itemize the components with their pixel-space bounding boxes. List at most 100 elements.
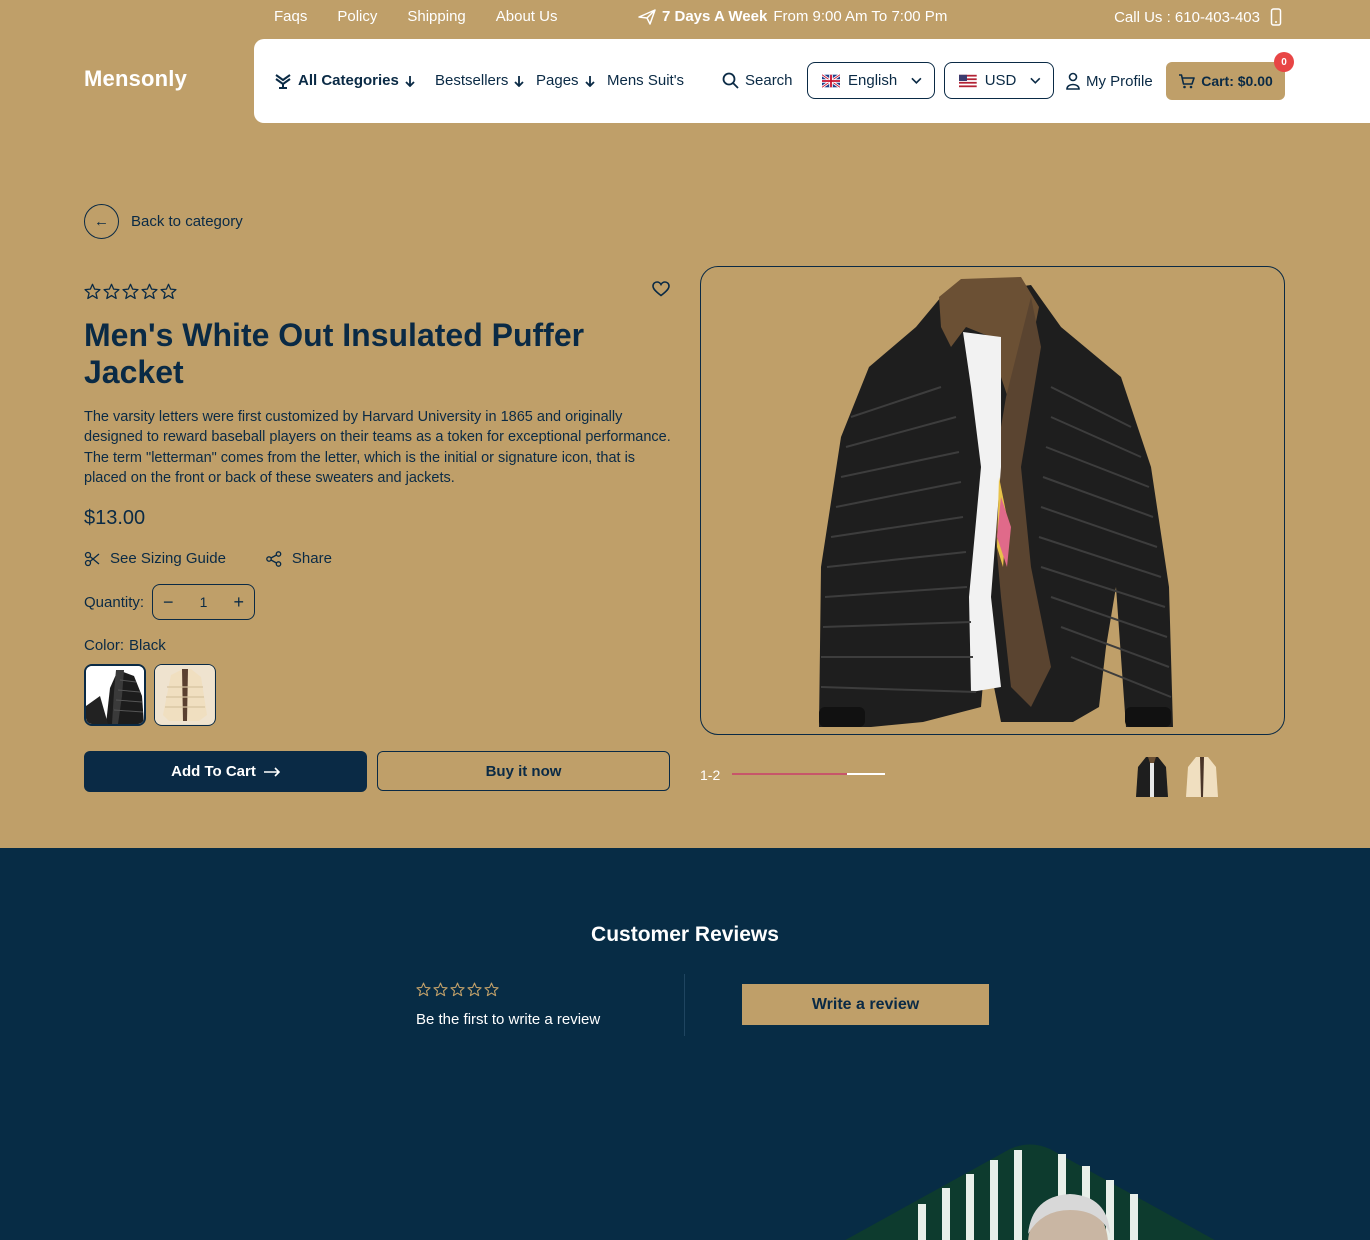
paper-plane-icon [638, 8, 656, 25]
product-main-image [819, 277, 1173, 727]
nav-bestsellers[interactable]: Bestsellers [435, 72, 524, 89]
add-to-cart-button[interactable]: Add To Cart [84, 751, 367, 792]
opening-hours: 7 Days A Week From 9:00 Am To 7:00 Pm [638, 8, 947, 25]
product-price: $13.00 [84, 507, 146, 529]
sizing-guide-label: See Sizing Guide [110, 550, 226, 567]
call-us-text: Call Us : 610-403-403 [1114, 8, 1260, 26]
star-icon [160, 283, 177, 300]
promo-image [845, 1144, 1215, 1240]
quantity-increase-button[interactable]: + [233, 593, 244, 611]
reviews-title: Customer Reviews [591, 923, 779, 946]
my-profile-label: My Profile [1086, 72, 1153, 90]
star-icon [484, 982, 499, 997]
share-link[interactable]: Share [266, 550, 332, 567]
search-button[interactable]: Search [722, 72, 793, 89]
site-logo[interactable]: Mensonly [84, 66, 187, 92]
us-flag-icon [959, 74, 977, 87]
language-value: English [848, 72, 898, 89]
arrow-right-icon [263, 766, 280, 777]
shipping-link[interactable]: Shipping [407, 8, 465, 25]
cream-jacket-thumb-image [1186, 757, 1218, 797]
sizing-guide-link[interactable]: See Sizing Guide [84, 550, 226, 567]
product-title: Men's White Out Insulated Puffer Jacket [84, 317, 585, 390]
top-links: Faqs Policy Shipping About Us [274, 8, 557, 25]
nav-mens-suits-label: Mens Suit's [607, 72, 685, 89]
nav-mens-suits[interactable]: Mens Suit's [607, 72, 684, 89]
thumbnail-cream-jacket[interactable] [1184, 753, 1220, 799]
uk-flag-icon [822, 73, 840, 88]
color-label: Color: Black [84, 637, 166, 654]
policy-link[interactable]: Policy [337, 8, 377, 25]
user-icon [1066, 72, 1080, 90]
star-icon [103, 283, 120, 300]
cream-jacket-image [155, 665, 214, 724]
product-description: The varsity letters were first customize… [84, 409, 671, 486]
arrow-down-icon [584, 75, 595, 87]
cart-label: Cart: $0.00 [1201, 73, 1273, 89]
product-image-frame[interactable] [700, 266, 1285, 735]
language-select[interactable]: English [807, 62, 935, 99]
faqs-link[interactable]: Faqs [274, 8, 307, 25]
search-label: Search [745, 72, 793, 89]
nav-all-categories[interactable]: All Categories [274, 72, 415, 89]
about-us-link[interactable]: About Us [496, 8, 558, 25]
reviews-divider [684, 974, 685, 1036]
write-review-button[interactable]: Write a review [742, 984, 989, 1025]
main-navbar: All Categories Bestsellers Pages Mens Su… [254, 39, 1370, 123]
top-bar: Faqs Policy Shipping About Us 7 Days A W… [0, 0, 1370, 34]
categories-icon [275, 73, 291, 89]
hours-time: From 9:00 Am To 7:00 Pm [773, 8, 948, 25]
nav-pages[interactable]: Pages [536, 72, 595, 89]
color-label-text: Color: [84, 637, 125, 654]
add-to-cart-label: Add To Cart [171, 763, 256, 780]
thumbnail-black-jacket[interactable] [1134, 753, 1170, 799]
quantity-decrease-button[interactable]: − [163, 593, 174, 611]
quantity-stepper: − 1 + [152, 584, 255, 620]
star-icon [450, 982, 465, 997]
share-icon [266, 550, 282, 567]
product-rating [84, 283, 177, 300]
nav-all-categories-label: All Categories [298, 72, 399, 89]
share-label: Share [291, 550, 332, 567]
customer-reviews-section: Customer Reviews Be the first to write a… [0, 848, 1370, 1240]
wishlist-heart-icon[interactable] [652, 281, 670, 297]
currency-value: USD [984, 72, 1017, 89]
cart-count-badge: 0 [1274, 52, 1294, 72]
star-icon [122, 283, 139, 300]
nav-bestsellers-label: Bestsellers [435, 72, 509, 89]
cart-button[interactable]: Cart: $0.00 [1166, 62, 1285, 100]
black-jacket-thumb-image [1136, 757, 1168, 797]
phone-icon [1270, 8, 1282, 26]
gallery-progress-knob[interactable] [847, 773, 885, 775]
nav-pages-label: Pages [536, 72, 579, 89]
gallery-progress-track[interactable] [732, 773, 885, 775]
reviews-rating [416, 982, 499, 997]
color-value: Black [129, 637, 166, 654]
my-profile-link[interactable]: My Profile [1066, 72, 1153, 90]
color-swatch-black[interactable] [84, 664, 146, 726]
back-to-category-link[interactable]: ← Back to category [84, 204, 243, 239]
currency-select[interactable]: USD [944, 62, 1054, 99]
call-us[interactable]: Call Us : 610-403-403 [1114, 8, 1282, 26]
hours-days: 7 Days A Week [662, 8, 768, 25]
scissors-icon [84, 551, 100, 566]
quantity-value[interactable]: 1 [200, 594, 208, 610]
reviews-empty-text: Be the first to write a review [416, 1011, 601, 1028]
chevron-down-icon [1030, 77, 1041, 84]
star-icon [416, 982, 431, 997]
star-icon [141, 283, 158, 300]
product-tools: See Sizing Guide Share [84, 550, 332, 567]
black-jacket-image [86, 666, 144, 724]
star-icon [84, 283, 101, 300]
arrow-down-icon [405, 75, 415, 87]
search-icon [722, 72, 739, 89]
star-icon [433, 982, 448, 997]
quantity-label: Quantity: [84, 594, 145, 611]
chevron-down-icon [911, 77, 922, 84]
cart-icon [1179, 73, 1196, 88]
color-swatch-cream[interactable] [154, 664, 216, 726]
buy-it-now-button[interactable]: Buy it now [377, 751, 670, 791]
arrow-left-icon: ← [84, 204, 119, 239]
gallery-pager: 1-2 [700, 767, 721, 783]
star-icon [467, 982, 482, 997]
